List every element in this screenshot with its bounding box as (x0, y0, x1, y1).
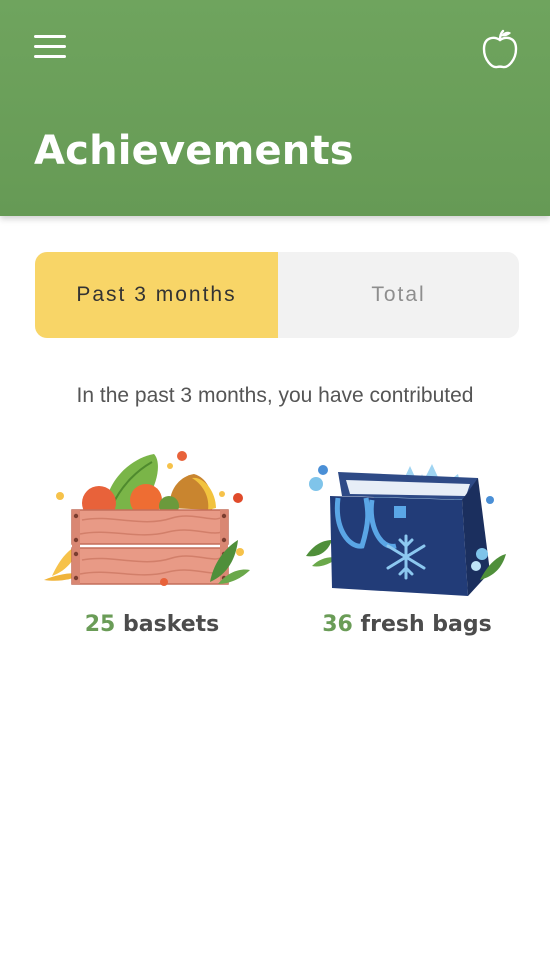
period-tabs: Past 3 months Total (35, 252, 519, 338)
baskets-count: 25 (84, 612, 116, 637)
hamburger-menu-icon[interactable] (34, 34, 66, 60)
apple-icon[interactable] (480, 28, 520, 70)
baskets-stat: 25 baskets (42, 612, 262, 637)
fresh-bags-label: fresh bags (360, 612, 492, 637)
page-title: Achievements (34, 128, 354, 174)
fresh-bags-stat: 36 fresh bags (297, 612, 517, 637)
contribution-intro: In the past 3 months, you have contribut… (76, 384, 474, 407)
fresh-bags-count: 36 (322, 612, 353, 637)
freezer-bag-illustration (306, 464, 506, 596)
baskets-label: baskets (123, 612, 220, 637)
tab-total[interactable]: Total (278, 252, 519, 338)
produce-crate-illustration (44, 451, 250, 586)
tab-past-3-months[interactable]: Past 3 months (35, 252, 278, 338)
app-header: Achievements (0, 0, 550, 216)
